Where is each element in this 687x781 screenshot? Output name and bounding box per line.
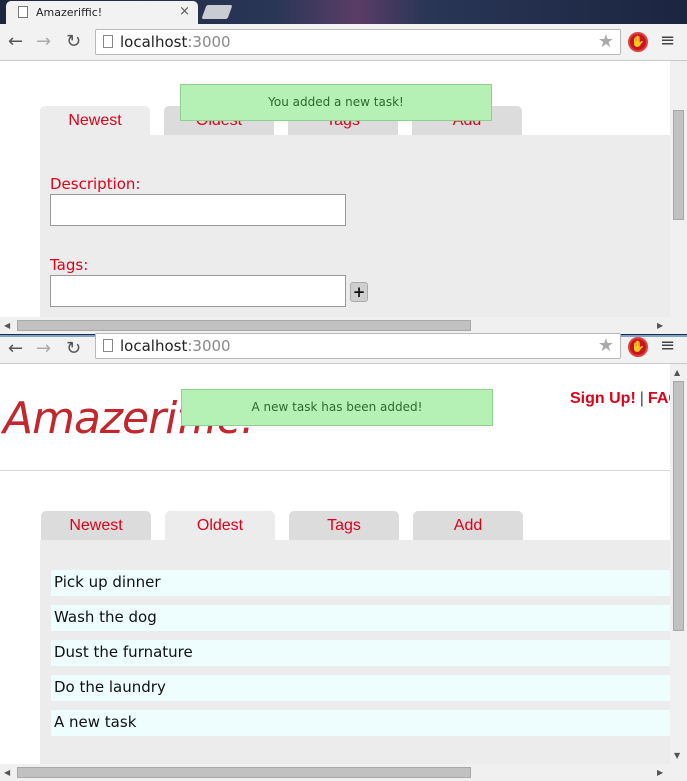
url-port: :3000 — [187, 337, 231, 355]
address-bar[interactable]: localhost:3000 ★ — [95, 333, 621, 359]
forward-icon[interactable]: → — [36, 338, 51, 359]
bookmark-star-icon[interactable]: ★ — [598, 31, 614, 52]
bookmark-star-icon[interactable]: ★ — [598, 335, 614, 356]
back-icon[interactable]: ← — [8, 338, 23, 359]
tags-input[interactable] — [50, 275, 346, 307]
url-port: :3000 — [187, 33, 231, 51]
description-input[interactable] — [50, 194, 346, 226]
menu-icon[interactable]: ≡ — [660, 30, 675, 51]
new-tab-button[interactable] — [201, 5, 233, 19]
adblock-icon[interactable]: ✋ — [628, 32, 648, 52]
menu-icon[interactable]: ≡ — [660, 335, 675, 356]
reload-icon[interactable]: ↻ — [66, 31, 81, 52]
close-tab-icon[interactable]: × — [179, 4, 190, 19]
signup-link[interactable]: Sign Up! — [570, 390, 636, 407]
task-item: Dust the furnature — [51, 640, 670, 666]
scroll-left-icon[interactable]: ◀ — [4, 768, 10, 777]
task-item: A new task — [51, 710, 670, 736]
header-divider — [0, 470, 670, 471]
description-label: Description: — [50, 175, 141, 193]
notification-toast: You added a new task! — [180, 84, 492, 121]
tab-tags[interactable]: Tags — [289, 511, 399, 540]
task-item: Do the laundry — [51, 675, 670, 701]
tab-strip: Amazeriffic! × — [0, 0, 687, 24]
reload-icon[interactable]: ↻ — [66, 338, 81, 359]
tab-newest[interactable]: Newest — [41, 511, 151, 540]
scroll-right-icon[interactable]: ▶ — [657, 768, 663, 777]
scroll-thumb[interactable] — [673, 381, 684, 631]
vertical-scrollbar-bottom[interactable]: ▲ ▼ — [670, 364, 687, 765]
scroll-left-icon[interactable]: ◀ — [4, 321, 10, 330]
scroll-down-icon[interactable]: ▼ — [674, 751, 680, 760]
notification-toast: A new task has been added! — [181, 389, 493, 426]
link-separator: | — [639, 390, 644, 407]
adblock-icon[interactable]: ✋ — [628, 337, 648, 357]
page-icon — [18, 6, 28, 18]
toolbar-top: ← → ↻ localhost:3000 ★ ✋ ≡ — [0, 24, 687, 61]
scroll-thumb[interactable] — [673, 110, 684, 220]
horizontal-scrollbar-bottom[interactable]: ◀ ▶ — [0, 764, 687, 781]
tab-newest[interactable]: Newest — [40, 106, 150, 135]
add-tag-button[interactable]: + — [350, 282, 368, 302]
scroll-up-icon[interactable]: ▲ — [674, 368, 680, 377]
url-host: localhost — [120, 33, 188, 51]
task-item: Pick up dinner — [51, 570, 670, 596]
scroll-thumb[interactable] — [17, 767, 471, 778]
scroll-thumb[interactable] — [17, 320, 471, 331]
scroll-right-icon[interactable]: ▶ — [657, 321, 663, 330]
top-viewport: Newest Oldest Tags Add Description: Tags… — [0, 61, 670, 319]
top-links: Sign Up! | FAQ — [570, 390, 681, 408]
tab-add[interactable]: Add — [413, 511, 523, 540]
document-icon — [103, 339, 113, 352]
browser-tab[interactable]: Amazeriffic! × — [6, 1, 198, 24]
forward-icon[interactable]: → — [36, 31, 51, 52]
address-bar[interactable]: localhost:3000 ★ — [95, 29, 621, 55]
url-host: localhost — [120, 337, 188, 355]
document-icon — [103, 35, 113, 48]
task-item: Wash the dog — [51, 605, 670, 631]
horizontal-scrollbar-top[interactable]: ◀ ▶ — [0, 317, 687, 334]
tab-title: Amazeriffic! — [36, 6, 103, 19]
back-icon[interactable]: ← — [8, 31, 23, 52]
toolbar-bottom: ← → ↻ localhost:3000 ★ ✋ ≡ — [0, 333, 687, 364]
tab-oldest[interactable]: Oldest — [165, 511, 275, 540]
vertical-scrollbar-top[interactable] — [670, 61, 687, 319]
tags-label: Tags: — [50, 256, 89, 274]
